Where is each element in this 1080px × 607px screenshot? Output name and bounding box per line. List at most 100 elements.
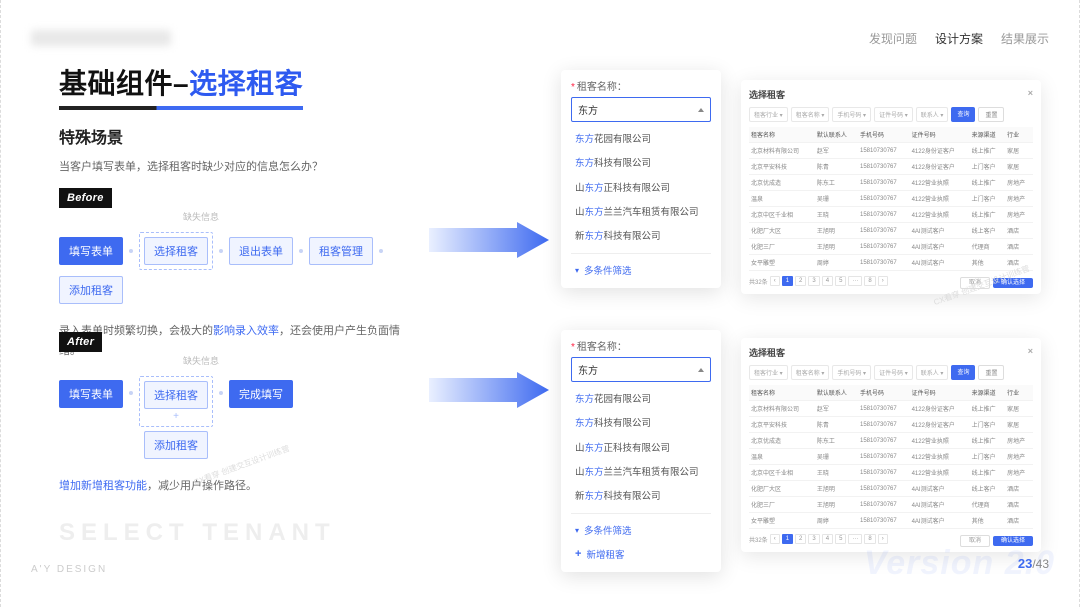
dd-option[interactable]: 新东方科技有限公司 bbox=[561, 225, 721, 249]
close-icon[interactable]: × bbox=[1028, 346, 1033, 359]
pager-page[interactable]: 3 bbox=[808, 534, 819, 544]
nav-item-design[interactable]: 设计方案 bbox=[935, 30, 983, 47]
table-row[interactable]: 北京材料有限公司赵军158107307674122身份证客户线上推广家居 bbox=[749, 143, 1033, 159]
pager-page[interactable]: 1 bbox=[782, 276, 793, 286]
before-flow: 填写表单 选择租客 退出表单 租客管理 添加租客 bbox=[59, 232, 419, 304]
table-row[interactable]: 北京优成造陈东工158107307674122营业执照线上推广房地产 bbox=[749, 433, 1033, 449]
filter-input[interactable]: 租客行业 ▾ bbox=[749, 107, 788, 122]
search-button[interactable]: 查询 bbox=[951, 365, 975, 380]
table-cell: 北京优成造 bbox=[749, 175, 815, 191]
table-row[interactable]: 北京平安科技陈青158107307674122身份证客户上门客户家居 bbox=[749, 159, 1033, 175]
table-cell: 4122营业执照 bbox=[910, 465, 970, 481]
table-row[interactable]: 北京平安科技陈青158107307674122身份证客户上门客户家居 bbox=[749, 417, 1033, 433]
filter-input[interactable]: 租客行业 ▾ bbox=[749, 365, 788, 380]
search-button[interactable]: 查询 bbox=[951, 107, 975, 122]
table-header: 租客名称 bbox=[749, 385, 815, 401]
filter-input[interactable]: 租客名称 ▾ bbox=[791, 107, 830, 122]
dd-option[interactable]: 东方花园有限公司 bbox=[561, 128, 721, 152]
table-row[interactable]: 北京材料有限公司赵军158107307674122身份证客户线上推广家居 bbox=[749, 401, 1033, 417]
table-row[interactable]: 化肥三厂王旭明158107307674AI测试客户代理商酒店 bbox=[749, 239, 1033, 255]
after-hint: 缺失信息 bbox=[183, 354, 219, 367]
pager-page[interactable]: 8 bbox=[864, 534, 875, 544]
filter-input[interactable]: 联系人 ▾ bbox=[916, 107, 949, 122]
pager-page[interactable]: 8 bbox=[864, 276, 875, 286]
close-icon[interactable]: × bbox=[1028, 88, 1033, 101]
table-cell: 线上推广 bbox=[970, 433, 1005, 449]
table-cell: 15810730767 bbox=[858, 449, 910, 465]
table-cell: 15810730767 bbox=[858, 175, 910, 191]
pager-prev[interactable]: ‹ bbox=[770, 276, 780, 286]
table-row[interactable]: 女平雕塑周婷158107307674AI测试客户其他酒店 bbox=[749, 513, 1033, 529]
pager-page[interactable]: ··· bbox=[848, 276, 862, 286]
table-cell: 房地产 bbox=[1005, 465, 1033, 481]
pager-next[interactable]: › bbox=[878, 534, 888, 544]
dd-option[interactable]: 东方科技有限公司 bbox=[561, 152, 721, 176]
flow-conn bbox=[379, 249, 383, 253]
table-row[interactable]: 北京优成造陈东工158107307674122营业执照线上推广房地产 bbox=[749, 175, 1033, 191]
table-row[interactable]: 温泉吴珊158107307674122营业执照上门客户房地产 bbox=[749, 449, 1033, 465]
table-cell: 吴珊 bbox=[815, 449, 858, 465]
dd-option[interactable]: 山东方兰兰汽车租赁有限公司 bbox=[561, 201, 721, 225]
dd-option[interactable]: 山东方正科技有限公司 bbox=[561, 437, 721, 461]
dd-filter-action[interactable]: 多条件筛选 bbox=[561, 258, 721, 282]
dd-input[interactable]: 东方 bbox=[571, 97, 711, 122]
pager-page[interactable]: ··· bbox=[848, 534, 862, 544]
pager-page[interactable]: 2 bbox=[795, 276, 806, 286]
table-cell: 王晓 bbox=[815, 207, 858, 223]
table-row[interactable]: 北京中区千业相王晓158107307674122营业执照线上推广房地产 bbox=[749, 465, 1033, 481]
plus-icon bbox=[575, 548, 581, 560]
dd-option[interactable]: 山东方正科技有限公司 bbox=[561, 177, 721, 201]
dd-input[interactable]: 东方 bbox=[571, 357, 711, 382]
dd-option[interactable]: 东方花园有限公司 bbox=[561, 388, 721, 412]
table-cell: 15810730767 bbox=[858, 481, 910, 497]
table-cell: 4122营业执照 bbox=[910, 433, 970, 449]
dd-option[interactable]: 新东方科技有限公司 bbox=[561, 485, 721, 509]
pager-page[interactable]: 4 bbox=[822, 276, 833, 286]
pager-page[interactable]: 2 bbox=[795, 534, 806, 544]
dd-option[interactable]: 山东方兰兰汽车租赁有限公司 bbox=[561, 461, 721, 485]
dd-input-value: 东方 bbox=[578, 362, 598, 377]
table-cell: 4AI测试客户 bbox=[910, 255, 970, 271]
table-row[interactable]: 北京中区千业相王晓158107307674122营业执照线上推广房地产 bbox=[749, 207, 1033, 223]
reset-button[interactable]: 重置 bbox=[978, 107, 1004, 122]
flow-missing-wrap: 选择租客 bbox=[139, 232, 213, 270]
pager-page[interactable]: 5 bbox=[835, 276, 846, 286]
table-row[interactable]: 化肥厂大区王旭明158107307674AI测试客户线上客户酒店 bbox=[749, 223, 1033, 239]
table-cell: 4122身份证客户 bbox=[910, 159, 970, 175]
filter-input[interactable]: 租客名称 ▾ bbox=[791, 365, 830, 380]
pager-page[interactable]: 4 bbox=[822, 534, 833, 544]
pager-prev[interactable]: ‹ bbox=[770, 534, 780, 544]
table-cell: 房地产 bbox=[1005, 433, 1033, 449]
pager-page[interactable]: 3 bbox=[808, 276, 819, 286]
table-cell: 女平雕塑 bbox=[749, 255, 815, 271]
table-cell: 北京中区千业相 bbox=[749, 465, 815, 481]
table-row[interactable]: 化肥厂大区王旭明158107307674AI测试客户线上客户酒店 bbox=[749, 481, 1033, 497]
before-badge: Before bbox=[59, 188, 112, 208]
table-row[interactable]: 化肥三厂王旭明158107307674AI测试客户代理商酒店 bbox=[749, 497, 1033, 513]
filter-input[interactable]: 联系人 ▾ bbox=[916, 365, 949, 380]
pager-page[interactable]: 1 bbox=[782, 534, 793, 544]
pager-page[interactable]: 5 bbox=[835, 534, 846, 544]
nav-item-result[interactable]: 结果展示 bbox=[1001, 30, 1049, 47]
dd-option[interactable]: 东方科技有限公司 bbox=[561, 412, 721, 436]
table-cell: 房地产 bbox=[1005, 191, 1033, 207]
table-cell: 家居 bbox=[1005, 401, 1033, 417]
table-cell: 化肥厂大区 bbox=[749, 481, 815, 497]
table-row[interactable]: 女平雕塑周婷158107307674AI测试客户其他酒店 bbox=[749, 255, 1033, 271]
filter-input[interactable]: 手机号码 ▾ bbox=[832, 107, 871, 122]
pager-next[interactable]: › bbox=[878, 276, 888, 286]
table-cell: 4122营业执照 bbox=[910, 207, 970, 223]
filter-input[interactable]: 证件号码 ▾ bbox=[874, 365, 913, 380]
table-row[interactable]: 温泉吴珊158107307674122营业执照上门客户房地产 bbox=[749, 191, 1033, 207]
table-cell: 家居 bbox=[1005, 417, 1033, 433]
table-cell: 化肥三厂 bbox=[749, 497, 815, 513]
nav-item-discover[interactable]: 发现问题 bbox=[869, 30, 917, 47]
dd-add-action[interactable]: 新增租客 bbox=[561, 542, 721, 566]
reset-button[interactable]: 重置 bbox=[978, 365, 1004, 380]
filter-input[interactable]: 证件号码 ▾ bbox=[874, 107, 913, 122]
page-title: 基础组件–选择租客 bbox=[59, 62, 303, 110]
flow-step-add: 添加租客 bbox=[144, 431, 208, 459]
table-cell: 酒店 bbox=[1005, 497, 1033, 513]
dd-filter-action[interactable]: 多条件筛选 bbox=[561, 518, 721, 542]
filter-input[interactable]: 手机号码 ▾ bbox=[832, 365, 871, 380]
